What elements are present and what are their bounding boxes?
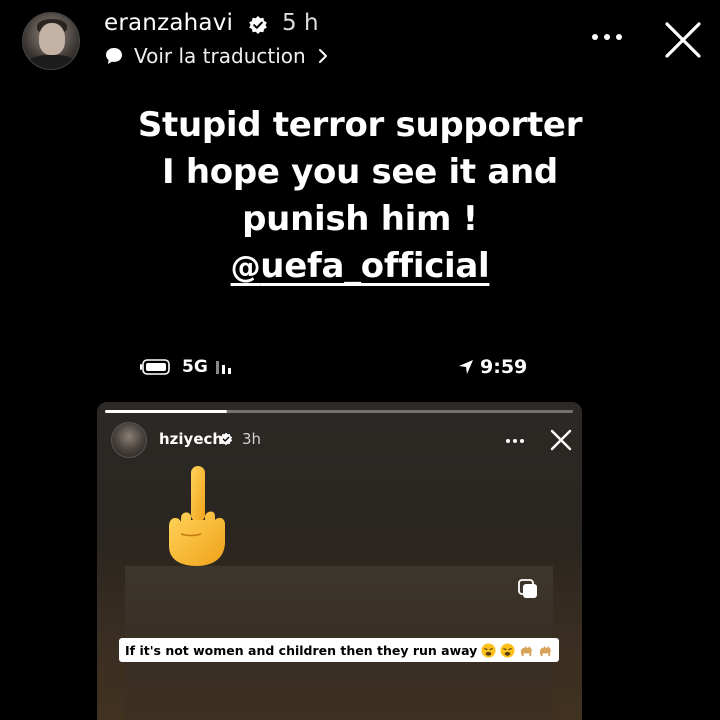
- speech-bubble-icon: [106, 48, 122, 64]
- network-label: 5G: [182, 357, 208, 377]
- threads-icon: @: [230, 250, 261, 285]
- avatar-shoulders: [27, 55, 77, 69]
- verified-badge-icon: [219, 432, 233, 446]
- sticker-text: If it's not women and children then they…: [125, 642, 478, 658]
- embedded-username[interactable]: hziyech: [159, 430, 223, 448]
- embedded-time: 3h: [242, 430, 262, 448]
- embedded-avatar[interactable]: [111, 422, 147, 458]
- caption-line: Stupid terror supporter: [137, 105, 583, 145]
- weary-face-emoji-icon: [500, 642, 515, 658]
- profile-avatar[interactable]: [22, 12, 80, 70]
- close-icon[interactable]: [549, 428, 573, 452]
- story-username[interactable]: eranzahavi: [104, 10, 233, 36]
- middle-finger-emoji-icon: [169, 466, 225, 566]
- chevron-right-icon: [318, 49, 327, 63]
- copy-icon[interactable]: [517, 578, 539, 600]
- clock-label: 9:59: [480, 356, 528, 378]
- caption-mention[interactable]: @uefa_official: [0, 243, 720, 291]
- weary-face-emoji-icon: [481, 642, 496, 658]
- cat-emoji-icon: [540, 645, 552, 656]
- more-options-icon[interactable]: [590, 32, 624, 42]
- more-options-icon[interactable]: [505, 438, 525, 444]
- status-right: 9:59: [458, 356, 527, 378]
- avatar-face: [39, 23, 65, 55]
- translate-link[interactable]: Voir la traduction: [104, 44, 330, 68]
- text-sticker: If it's not women and children then they…: [119, 638, 560, 662]
- story-progress-fill: [105, 410, 227, 413]
- signal-bars-icon: [215, 361, 231, 374]
- location-arrow-icon: [459, 360, 473, 374]
- caption-line: I hope you see it and: [162, 152, 558, 192]
- battery-icon: [140, 359, 170, 375]
- story-caption: Stupid terror supporter I hope you see i…: [0, 102, 720, 291]
- translate-label: Voir la traduction: [134, 44, 306, 68]
- status-left: 5G: [140, 357, 240, 377]
- story-time: 5 h: [282, 10, 319, 36]
- embedded-story: hziyech 3h If it's not women and childre…: [97, 402, 582, 720]
- close-icon[interactable]: [663, 20, 703, 60]
- cat-emoji-icon: [521, 645, 533, 656]
- verified-badge-icon: [249, 16, 267, 34]
- caption-line: punish him !: [242, 199, 478, 239]
- story-progress-bar: [105, 410, 573, 413]
